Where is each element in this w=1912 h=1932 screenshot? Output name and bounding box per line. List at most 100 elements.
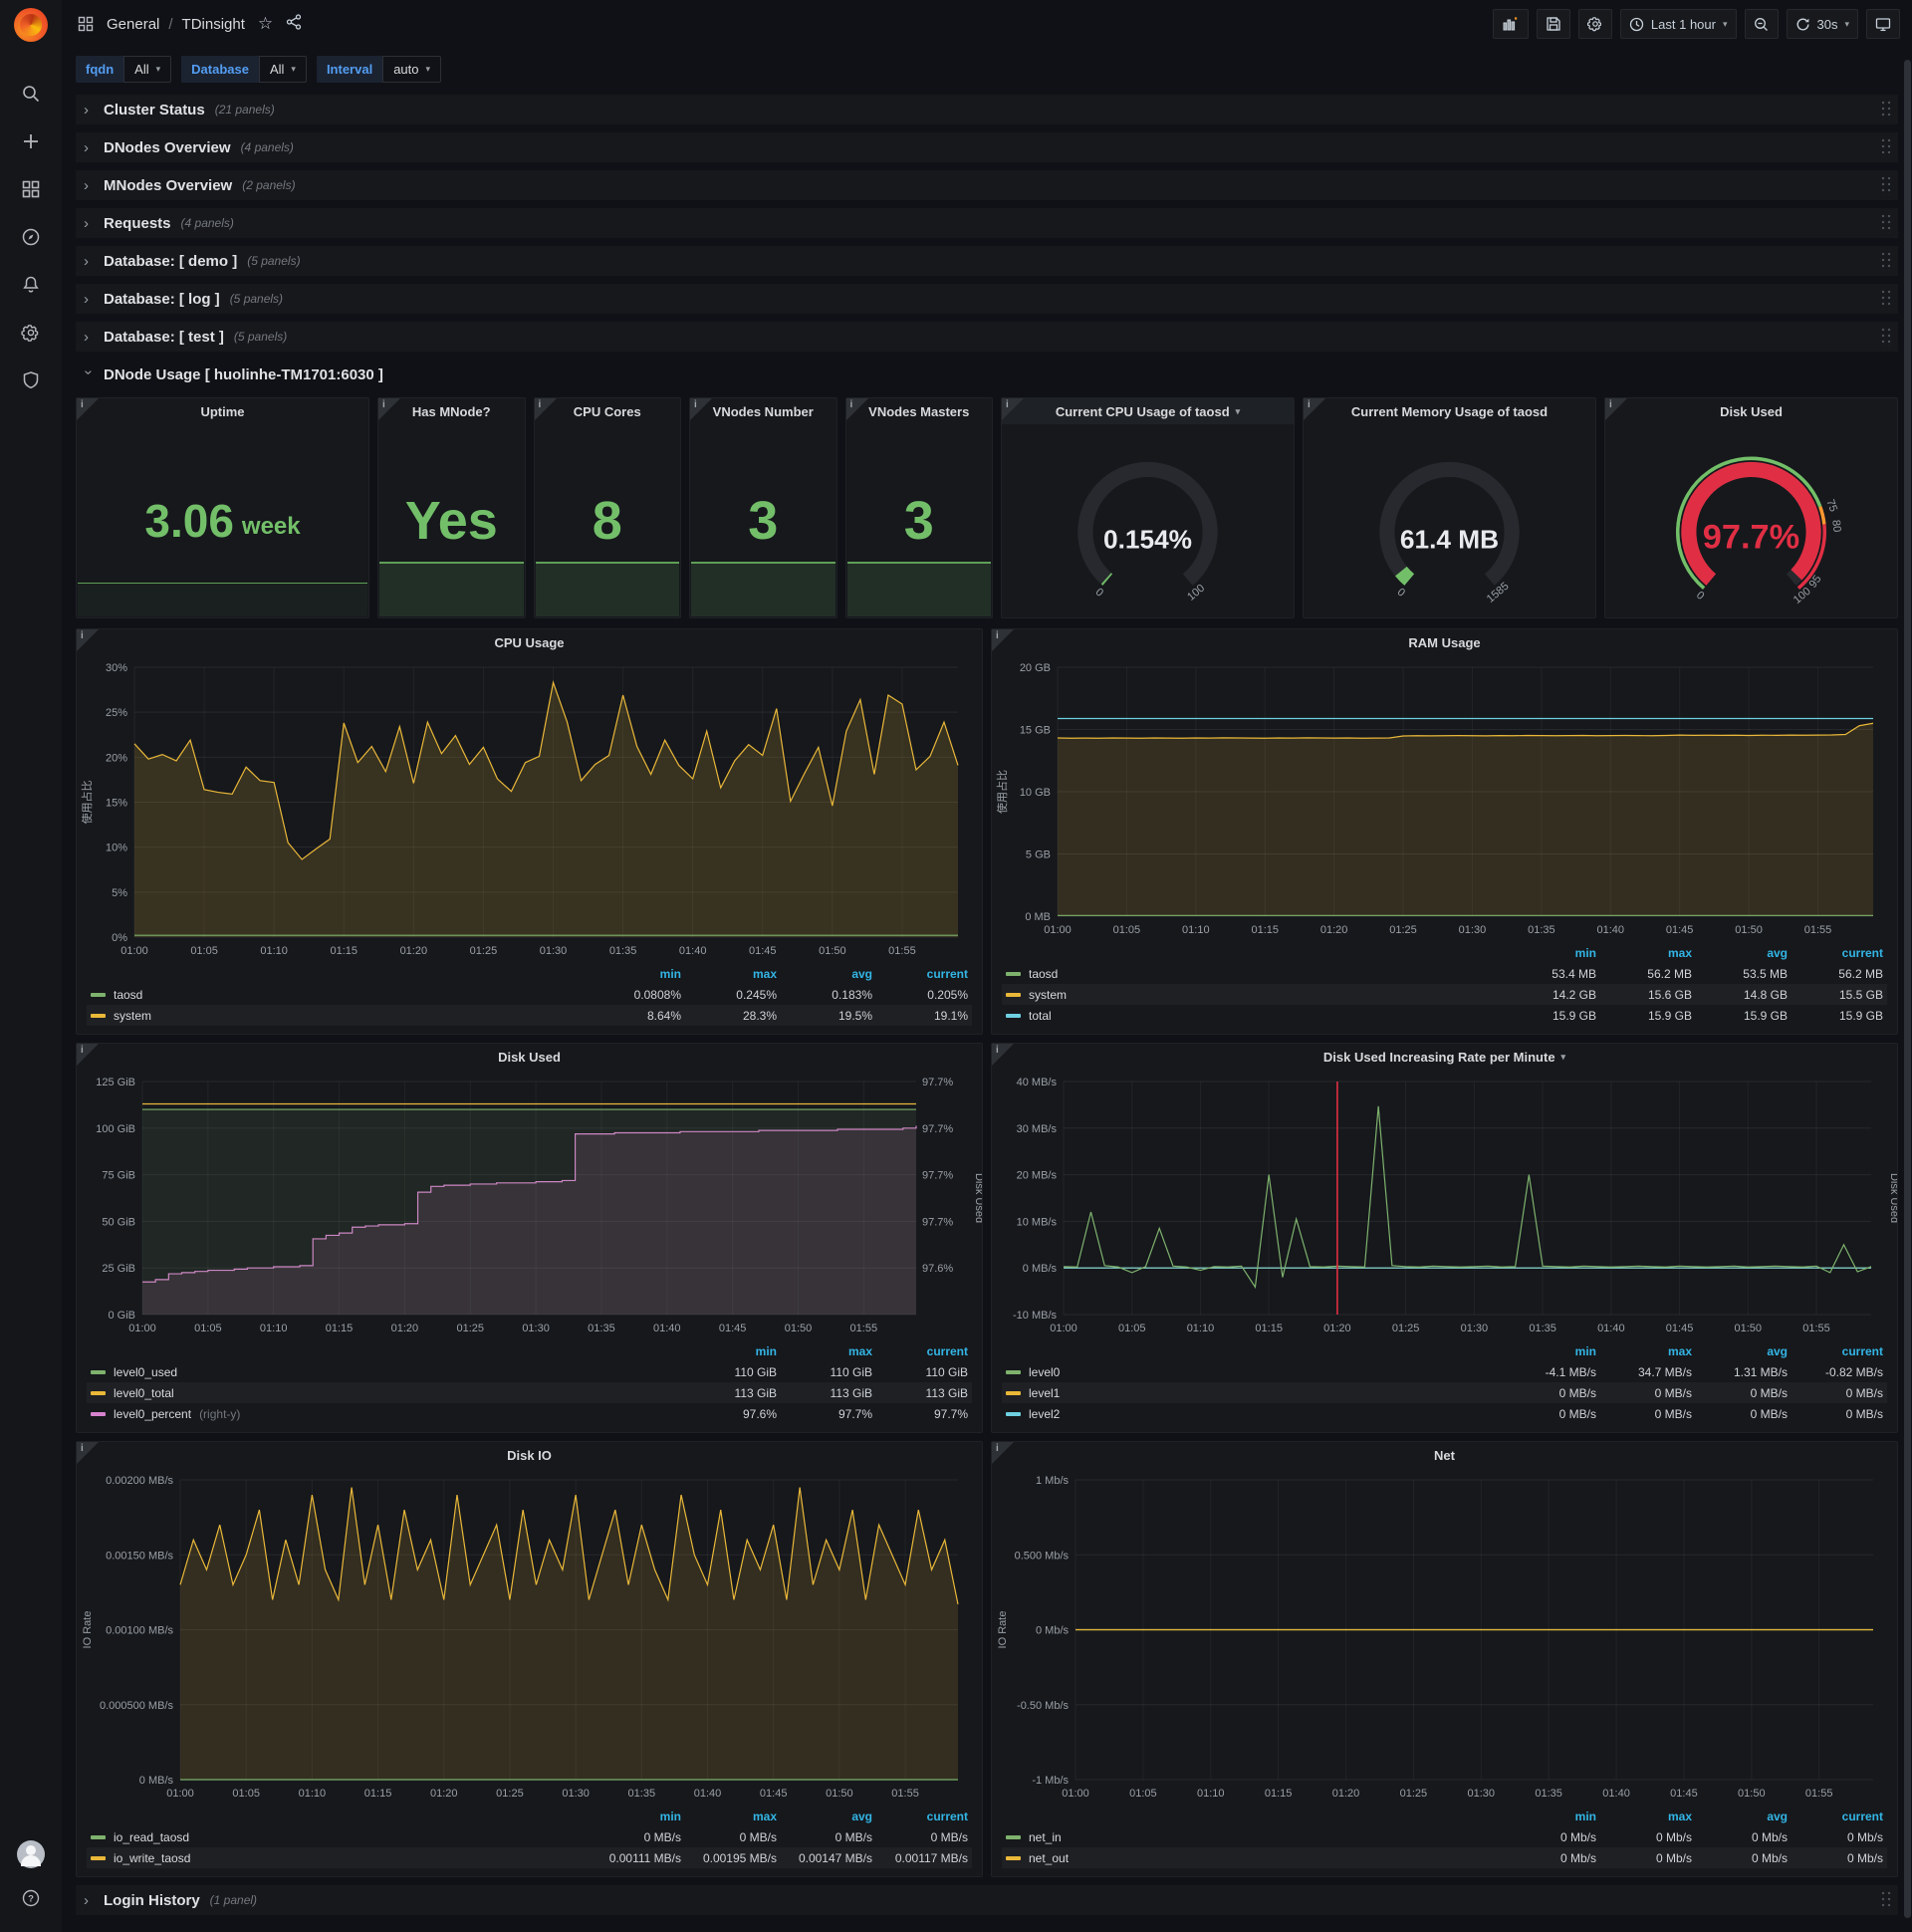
row-drag-handle[interactable] xyxy=(1880,1890,1892,1910)
chart-plot[interactable]: 40 MB/s 30 MB/s 20 MB/s 10 MB/s 0 MB/s -10 MB… xyxy=(992,1070,1900,1338)
panel-info-icon[interactable]: i xyxy=(534,398,557,420)
breadcrumb-section[interactable]: General xyxy=(107,16,159,33)
svg-text:0: 0 xyxy=(1694,590,1706,603)
save-dashboard-button[interactable] xyxy=(1536,9,1570,39)
row-Requests[interactable]: › Requests (4 panels) xyxy=(76,208,1898,238)
stat-value: 3 xyxy=(903,491,934,551)
search-icon[interactable] xyxy=(9,72,53,116)
legend-row-level0[interactable]: level0 -4.1 MB/s 34.7 MB/s 1.31 MB/s -0.82 M… xyxy=(1002,1361,1887,1382)
gauge-value: 0.154% xyxy=(1103,524,1192,554)
legend-row-net_in[interactable]: net_in 0 Mb/s 0 Mb/s 0 Mb/s 0 Mb/s xyxy=(1002,1826,1887,1847)
chart-panel-rate: Disk Used Increasing Rate per Minute ▾ 40 … xyxy=(991,1043,1900,1433)
grafana-logo-icon[interactable] xyxy=(14,8,48,42)
panel-title[interactable]: Current CPU Usage of taosd ▾ xyxy=(1002,398,1294,424)
row-drag-handle[interactable] xyxy=(1880,327,1892,347)
gauge-value: 97.7% xyxy=(1703,518,1799,556)
panel-title[interactable]: RAM Usage xyxy=(992,629,1897,655)
panel-info-icon[interactable]: i xyxy=(77,1442,99,1464)
refresh-button[interactable]: 30s ▾ xyxy=(1786,9,1858,39)
row-drag-handle[interactable] xyxy=(1880,100,1892,120)
panel-info-icon[interactable]: i xyxy=(690,398,712,420)
legend-row-system[interactable]: system 8.64% 28.3% 19.5% 19.1% xyxy=(87,1005,972,1026)
panel-info-icon[interactable]: i xyxy=(77,1044,99,1066)
panel-title[interactable]: CPU Usage xyxy=(77,629,982,655)
panel-title[interactable]: Net xyxy=(992,1442,1897,1468)
panel-info-icon[interactable]: i xyxy=(1002,398,1024,420)
panel-title[interactable]: Disk Used Increasing Rate per Minute ▾ xyxy=(992,1044,1897,1070)
row-dnode-usage[interactable]: › DNode Usage [ huolinhe-TM1701:6030 ] xyxy=(76,360,1898,389)
panel-info-icon[interactable]: i xyxy=(77,629,99,651)
create-icon[interactable] xyxy=(9,120,53,163)
panel-info-icon[interactable]: i xyxy=(77,398,99,420)
legend-row-io_write_taosd[interactable]: io_write_taosd 0.00111 MB/s 0.00195 MB/s 0.… xyxy=(87,1847,972,1868)
panel-title[interactable]: Disk IO xyxy=(77,1442,982,1468)
svg-text:01:00: 01:00 xyxy=(1062,1788,1089,1800)
legend-row-total[interactable]: total 15.9 GB 15.9 GB 15.9 GB 15.9 GB xyxy=(1002,1005,1887,1026)
dashboards-icon[interactable] xyxy=(9,167,53,211)
breadcrumb-title[interactable]: TDinsight xyxy=(182,16,245,33)
panel-info-icon[interactable]: i xyxy=(992,629,1014,651)
legend-row-taosd[interactable]: taosd 0.0808% 0.245% 0.183% 0.205% xyxy=(87,984,972,1005)
chart-plot[interactable]: 0.00200 MB/s 0.00150 MB/s 0.00100 MB/s 0.00… xyxy=(77,1468,982,1804)
panel-info-icon[interactable]: i xyxy=(1605,398,1627,420)
panel-info-icon[interactable]: i xyxy=(992,1044,1014,1066)
panel-info-icon[interactable]: i xyxy=(845,398,868,420)
variable-value-dropdown[interactable]: All ▾ xyxy=(123,56,172,83)
user-avatar[interactable] xyxy=(17,1840,45,1868)
tv-mode-button[interactable] xyxy=(1866,9,1900,39)
explore-icon[interactable] xyxy=(9,215,53,259)
zoom-out-time-button[interactable] xyxy=(1744,9,1779,39)
legend-row-taosd[interactable]: taosd 53.4 MB 56.2 MB 53.5 MB 56.2 MB xyxy=(1002,963,1887,984)
chart-plot[interactable]: 20 GB 15 GB 10 GB 5 GB 0 MB 01:00 01:05 01:10 01… xyxy=(992,655,1897,940)
panel-info-icon[interactable]: i xyxy=(378,398,400,420)
help-icon[interactable]: ? xyxy=(9,1876,53,1920)
row-login-history[interactable]: › Login History (1 panel) xyxy=(76,1885,1898,1915)
row-drag-handle[interactable] xyxy=(1880,175,1892,195)
add-panel-button[interactable] xyxy=(1492,9,1529,39)
chart-plot[interactable]: 30% 25% 20% 15% 10% 5% 0% 01:00 01:05 01:10 01:15 0… xyxy=(77,655,982,961)
panel-title[interactable]: Uptime xyxy=(77,398,368,424)
svg-text:01:35: 01:35 xyxy=(609,945,637,957)
server-admin-icon[interactable] xyxy=(9,359,53,402)
row-drag-handle[interactable] xyxy=(1880,289,1892,309)
svg-text:75 GiB: 75 GiB xyxy=(102,1170,135,1182)
row-Database: [ test ][interactable]: › Database: [ test ] (5 panels) xyxy=(76,322,1898,352)
share-icon[interactable] xyxy=(286,14,302,34)
svg-text:0.00150 MB/s: 0.00150 MB/s xyxy=(106,1550,173,1562)
row-Cluster Status[interactable]: › Cluster Status (21 panels) xyxy=(76,95,1898,124)
svg-text:1 Mb/s: 1 Mb/s xyxy=(1036,1475,1070,1487)
legend-row-level0_used[interactable]: level0_used 110 GiB 110 GiB 110 GiB xyxy=(87,1361,972,1382)
panel-info-icon[interactable]: i xyxy=(992,1442,1014,1464)
legend-row-level0_percent[interactable]: level0_percent (right-y) 97.6% 97.7% 97.7% xyxy=(87,1403,972,1424)
dashboard-settings-button[interactable] xyxy=(1577,9,1612,39)
chart-plot[interactable]: 125 GiB 100 GiB 75 GiB 50 GiB 25 GiB 0 GiB 01:… xyxy=(77,1070,985,1338)
alerting-icon[interactable] xyxy=(9,263,53,307)
panel-title[interactable]: Disk Used xyxy=(77,1044,982,1070)
panel-info-icon[interactable]: i xyxy=(1304,398,1325,420)
variable-value-dropdown[interactable]: auto ▾ xyxy=(382,56,442,83)
svg-text:01:15: 01:15 xyxy=(326,1323,354,1334)
row-Database: [ demo ][interactable]: › Database: [ demo ] (5 panels) xyxy=(76,246,1898,276)
time-range-picker[interactable]: Last 1 hour ▾ xyxy=(1619,9,1737,39)
row-MNodes Overview[interactable]: › MNodes Overview (2 panels) xyxy=(76,170,1898,200)
svg-text:01:00: 01:00 xyxy=(1044,924,1072,936)
row-DNodes Overview[interactable]: › DNodes Overview (4 panels) xyxy=(76,132,1898,162)
scrollbar[interactable] xyxy=(1904,60,1911,1918)
row-Database: [ log ][interactable]: › Database: [ log ] (5 panels) xyxy=(76,284,1898,314)
row-drag-handle[interactable] xyxy=(1880,251,1892,271)
chart-plot[interactable]: 1 Mb/s 0.500 Mb/s 0 Mb/s -0.50 Mb/s -1 Mb/s 0… xyxy=(992,1468,1897,1804)
legend-row-level2[interactable]: level2 0 MB/s 0 MB/s 0 MB/s 0 MB/s xyxy=(1002,1403,1887,1424)
legend-row-io_read_taosd[interactable]: io_read_taosd 0 MB/s 0 MB/s 0 MB/s 0 MB/s xyxy=(87,1826,972,1847)
configuration-icon[interactable] xyxy=(9,311,53,355)
legend-row-system[interactable]: system 14.2 GB 15.6 GB 14.8 GB 15.5 GB xyxy=(1002,984,1887,1005)
panel-title[interactable]: Disk Used xyxy=(1605,398,1897,424)
legend-row-net_out[interactable]: net_out 0 Mb/s 0 Mb/s 0 Mb/s 0 Mb/s xyxy=(1002,1847,1887,1868)
legend-row-level1[interactable]: level1 0 MB/s 0 MB/s 0 MB/s 0 MB/s xyxy=(1002,1382,1887,1403)
row-drag-handle[interactable] xyxy=(1880,213,1892,233)
star-icon[interactable]: ☆ xyxy=(258,14,273,34)
legend-row-level0_total[interactable]: level0_total 113 GiB 113 GiB 113 GiB xyxy=(87,1382,972,1403)
svg-text:01:10: 01:10 xyxy=(260,1323,288,1334)
row-drag-handle[interactable] xyxy=(1880,137,1892,157)
panel-title[interactable]: Current Memory Usage of taosd xyxy=(1304,398,1595,424)
variable-value-dropdown[interactable]: All ▾ xyxy=(258,56,307,83)
